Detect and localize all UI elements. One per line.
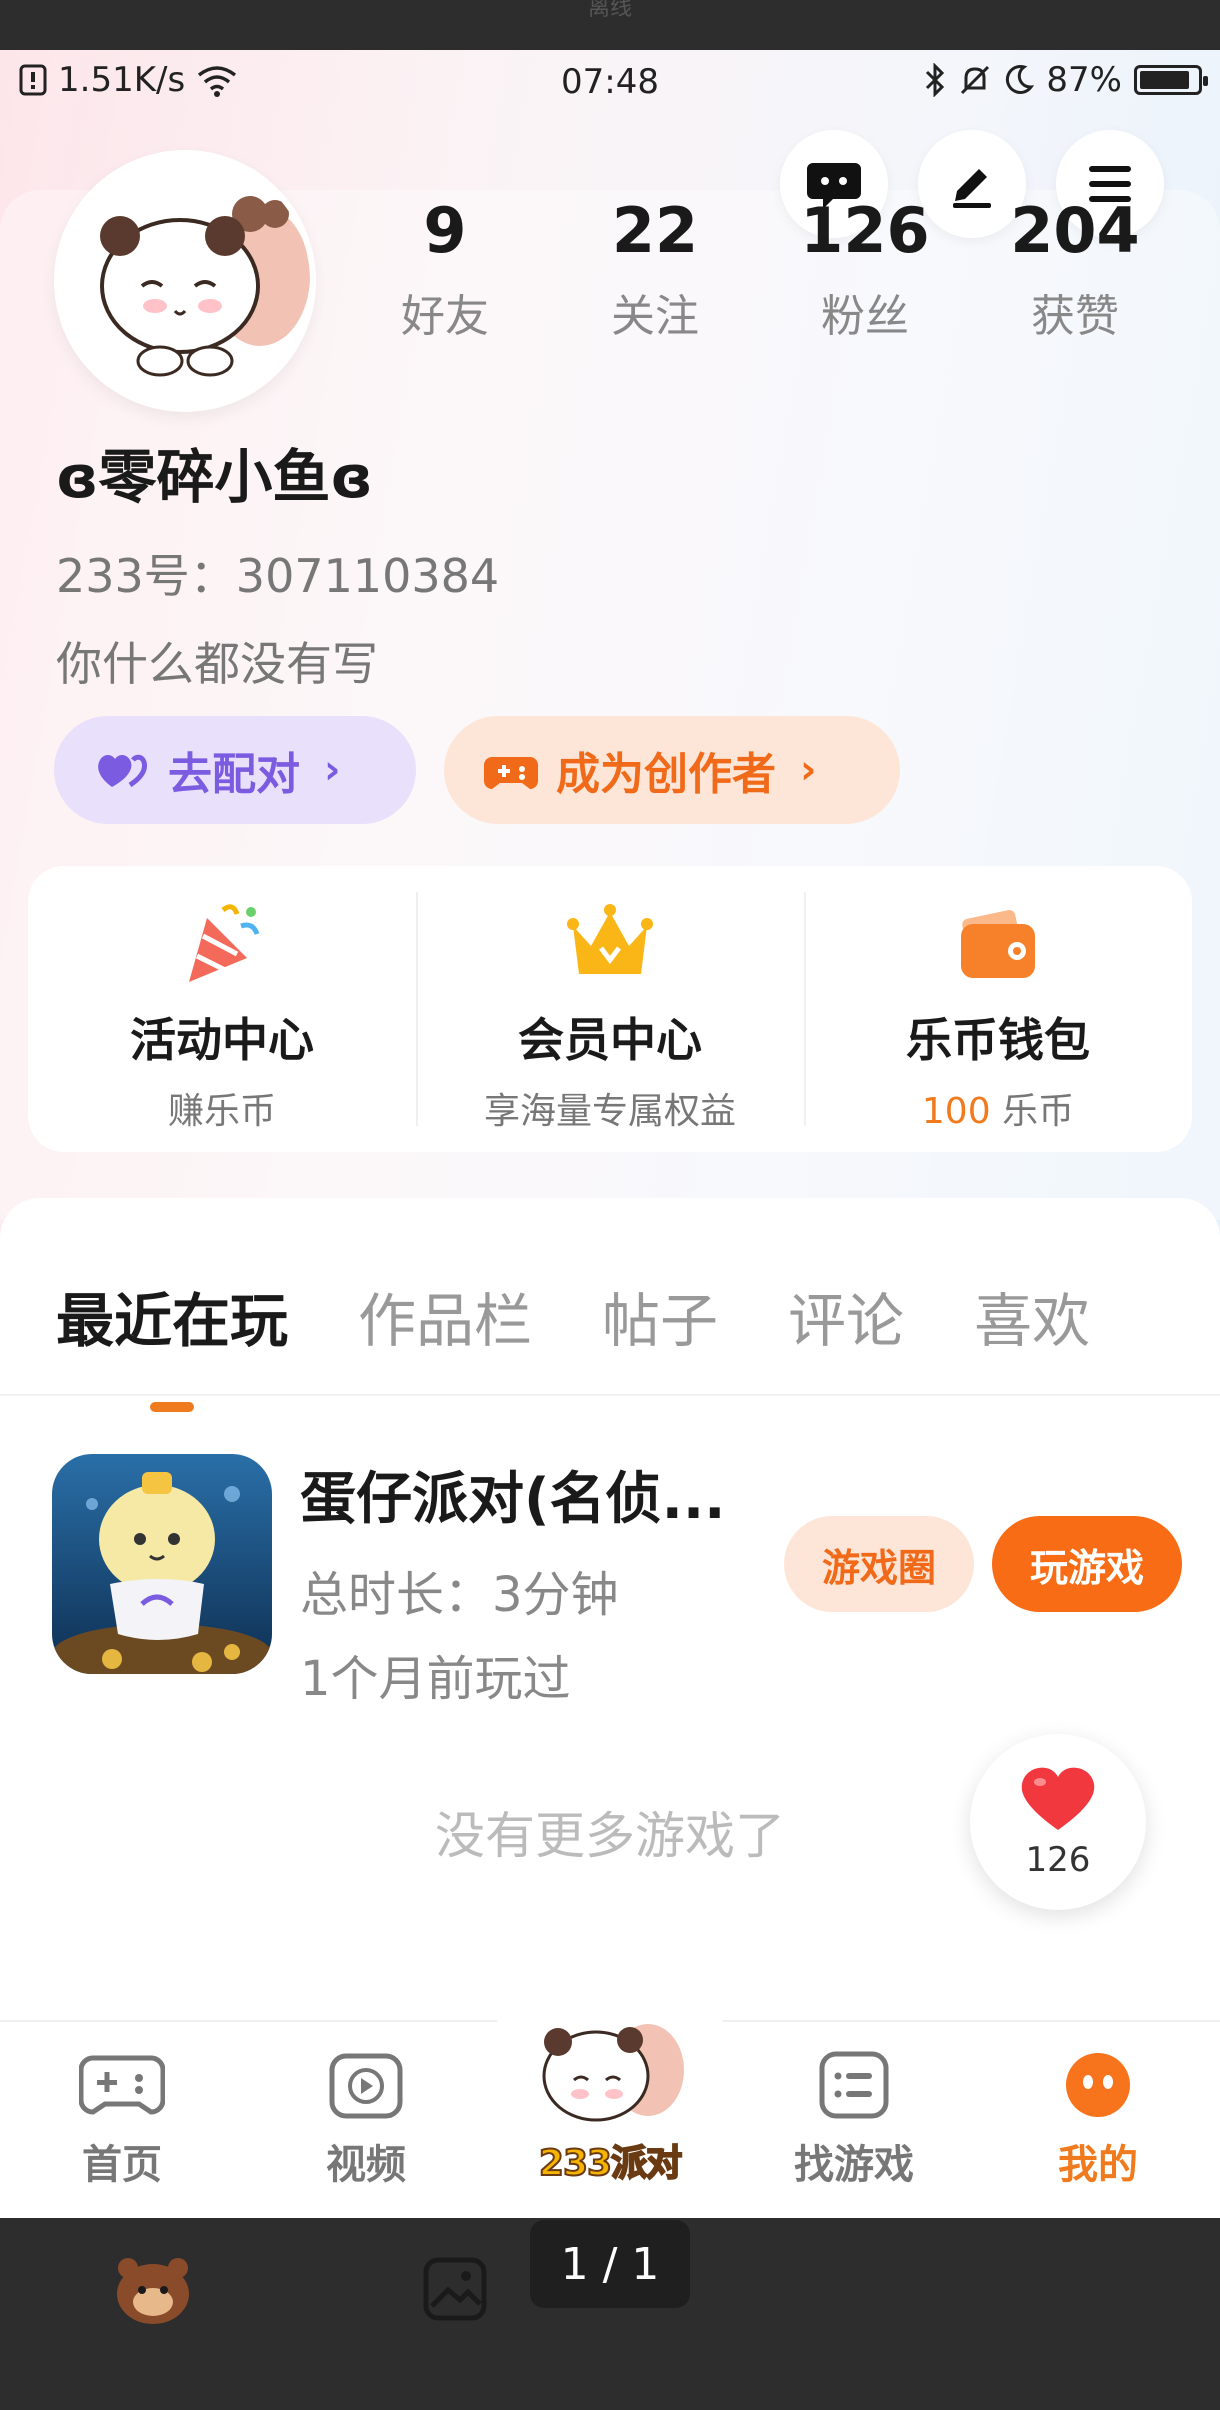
tab-posts[interactable]: 帖子 (602, 1274, 718, 1358)
member-center-title: 会员中心 (518, 1013, 702, 1067)
nav-find-games[interactable]: 找游戏 (764, 2050, 944, 2190)
game-icon[interactable] (52, 1454, 272, 1674)
coin-wallet-title: 乐币钱包 (906, 1013, 1090, 1067)
coin-unit: 乐币 (990, 1091, 1075, 1132)
activity-center-title: 活动中心 (130, 1013, 314, 1067)
gamepad-icon (78, 2055, 166, 2115)
panda-bear-avatar-icon (100, 196, 310, 377)
stat-value: 126 (800, 194, 930, 267)
profile-face-icon (1066, 2053, 1130, 2117)
nav-party-label: 233派对 (538, 2142, 683, 2185)
like-button[interactable]: 126 (970, 1734, 1146, 1910)
bluetooth-icon (924, 63, 946, 97)
tab-works[interactable]: 作品栏 (358, 1274, 532, 1358)
nav-video[interactable]: 视频 (276, 2050, 456, 2190)
stat-following[interactable]: 22 关注 (550, 200, 760, 344)
coin-wallet[interactable]: 乐币钱包 100 乐币 (804, 866, 1192, 1152)
tab-likes[interactable]: 喜欢 (974, 1274, 1090, 1358)
moon-icon (1004, 63, 1035, 97)
avatar[interactable] (54, 150, 316, 412)
chevron-right-icon: › (800, 747, 817, 793)
viewer-top-bar: 离线 (0, 0, 1220, 50)
become-creator-button[interactable]: 成为创作者 › (444, 716, 900, 824)
stat-label: 粉丝 (821, 291, 909, 342)
stat-value: 22 (611, 194, 699, 267)
crown-icon (567, 904, 653, 974)
activity-center[interactable]: 活动中心 赚乐币 (28, 866, 416, 1152)
page-indicator: 1 / 1 (530, 2220, 690, 2308)
profile-tabs: 最近在玩 作品栏 帖子 评论 喜欢 (56, 1274, 1090, 1358)
heart-icon (1021, 1767, 1095, 1830)
battery-icon (1134, 65, 1208, 95)
nav-video-label: 视频 (326, 2142, 406, 2188)
list-icon (819, 2051, 889, 2119)
coin-wallet-sub: 100 乐币 (804, 1082, 1192, 1134)
stat-label: 获赞 (1031, 291, 1119, 342)
tab-comments[interactable]: 评论 (788, 1274, 904, 1358)
party-popper-icon (189, 904, 260, 982)
nav-party[interactable]: 233派对 (510, 2010, 710, 2186)
nav-find-label: 找游戏 (794, 2142, 914, 2188)
app-mascot-icon[interactable] (110, 2248, 196, 2332)
coin-balance: 100 (921, 1091, 991, 1132)
game-last-played: 1个月前玩过 (300, 1651, 571, 1707)
status-bar: 1.51K/s 07:48 87% (0, 50, 1220, 120)
activity-center-sub: 赚乐币 (167, 1091, 276, 1132)
match-label: 去配对 (168, 749, 300, 800)
game-list-item[interactable]: 蛋仔派对(名侦... 总时长：3分钟 1个月前玩过 游戏圈 玩游戏 (52, 1454, 1182, 1707)
gamepad-icon (484, 757, 538, 789)
nav-mine-label: 我的 (1058, 2142, 1138, 2188)
profile-stats: 9 好友 22 关注 126 粉丝 204 获赞 (340, 200, 1180, 344)
match-button[interactable]: 去配对 › (54, 716, 416, 824)
hearts-icon (98, 754, 147, 788)
bio: 你什么都没有写 (56, 637, 378, 691)
game-duration: 总时长：3分钟 (300, 1567, 619, 1623)
nav-home-label: 首页 (82, 2142, 162, 2188)
user-id: 233号：307110384 (56, 549, 500, 603)
video-play-icon (329, 2053, 403, 2119)
like-count: 126 (1025, 1840, 1091, 1880)
services-panel: 活动中心 赚乐币 会员中心 享海量专属权益 乐币钱包 100 乐币 (28, 866, 1192, 1152)
party-mascot-icon (542, 2024, 684, 2122)
creator-label: 成为创作者 (556, 749, 776, 800)
viewer-top-text: 离线 (587, 0, 632, 21)
stat-fans[interactable]: 126 粉丝 (760, 200, 970, 344)
game-info: 蛋仔派对(名侦... 总时长：3分钟 1个月前玩过 (300, 1454, 725, 1709)
stat-value: 9 (423, 194, 467, 267)
tabs-divider (0, 1394, 1220, 1396)
member-center-sub: 享海量专属权益 (483, 1091, 736, 1132)
chevron-right-icon: › (324, 747, 341, 793)
phone-screen: 1.51K/s 07:48 87% 9 好友 22 关注 126 粉丝 204 … (0, 50, 1220, 2218)
stat-likes[interactable]: 204 获赞 (970, 200, 1180, 344)
wallet-icon (961, 909, 1035, 978)
battery-percent: 87% (1046, 60, 1122, 100)
nav-home[interactable]: 首页 (32, 2050, 212, 2190)
member-center[interactable]: 会员中心 享海量专属权益 (416, 866, 804, 1152)
nav-mine[interactable]: 我的 (1008, 2050, 1188, 2190)
eggy-party-game-icon (52, 1454, 272, 1674)
game-title: 蛋仔派对(名侦... (300, 1467, 726, 1532)
stat-label: 好友 (401, 291, 489, 342)
nickname: ɞ零碎小鱼ɞ (56, 443, 373, 511)
stat-label: 关注 (611, 291, 699, 342)
stat-value: 204 (1010, 194, 1140, 267)
mute-bell-icon (958, 63, 992, 97)
gallery-icon[interactable] (420, 2254, 490, 2328)
tab-recent-play[interactable]: 最近在玩 (56, 1274, 288, 1358)
play-game-button[interactable]: 玩游戏 (992, 1516, 1182, 1612)
game-circle-button[interactable]: 游戏圈 (784, 1516, 974, 1612)
stat-friends[interactable]: 9 好友 (340, 200, 550, 344)
